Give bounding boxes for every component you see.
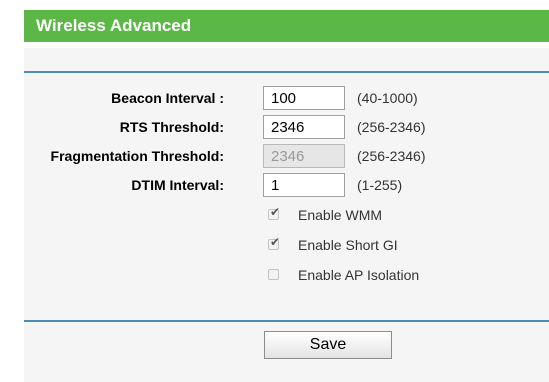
rts-threshold-input[interactable] bbox=[263, 115, 345, 139]
wmm-checkbox[interactable]: ✔ bbox=[268, 205, 280, 220]
fragmentation-threshold-range: (256-2346) bbox=[357, 148, 426, 164]
fragmentation-threshold-input bbox=[263, 144, 345, 168]
short-gi-checkbox[interactable]: ✔ bbox=[268, 235, 280, 250]
divider-top bbox=[24, 71, 549, 73]
wmm-label: Enable WMM bbox=[298, 207, 383, 223]
save-button[interactable]: Save bbox=[264, 331, 392, 359]
short-gi-label: Enable Short GI bbox=[298, 237, 398, 253]
checkmark-icon: ✔ bbox=[270, 235, 281, 249]
page-title: Wireless Advanced bbox=[24, 10, 549, 42]
dtim-interval-range: (1-255) bbox=[357, 177, 403, 193]
rts-threshold-label: RTS Threshold: bbox=[119, 119, 224, 135]
dtim-interval-input[interactable] bbox=[263, 173, 345, 197]
beacon-interval-label: Beacon Interval : bbox=[111, 90, 224, 106]
rts-threshold-range: (256-2346) bbox=[357, 119, 426, 135]
beacon-interval-input[interactable] bbox=[263, 86, 345, 110]
fragmentation-threshold-label: Fragmentation Threshold: bbox=[50, 148, 224, 164]
ap-isolation-checkbox[interactable] bbox=[268, 269, 279, 280]
dtim-interval-label: DTIM Interval: bbox=[131, 177, 224, 193]
ap-isolation-label: Enable AP Isolation bbox=[298, 267, 420, 283]
divider-bottom bbox=[24, 320, 549, 322]
beacon-interval-range: (40-1000) bbox=[357, 90, 418, 106]
checkmark-icon: ✔ bbox=[270, 205, 281, 219]
